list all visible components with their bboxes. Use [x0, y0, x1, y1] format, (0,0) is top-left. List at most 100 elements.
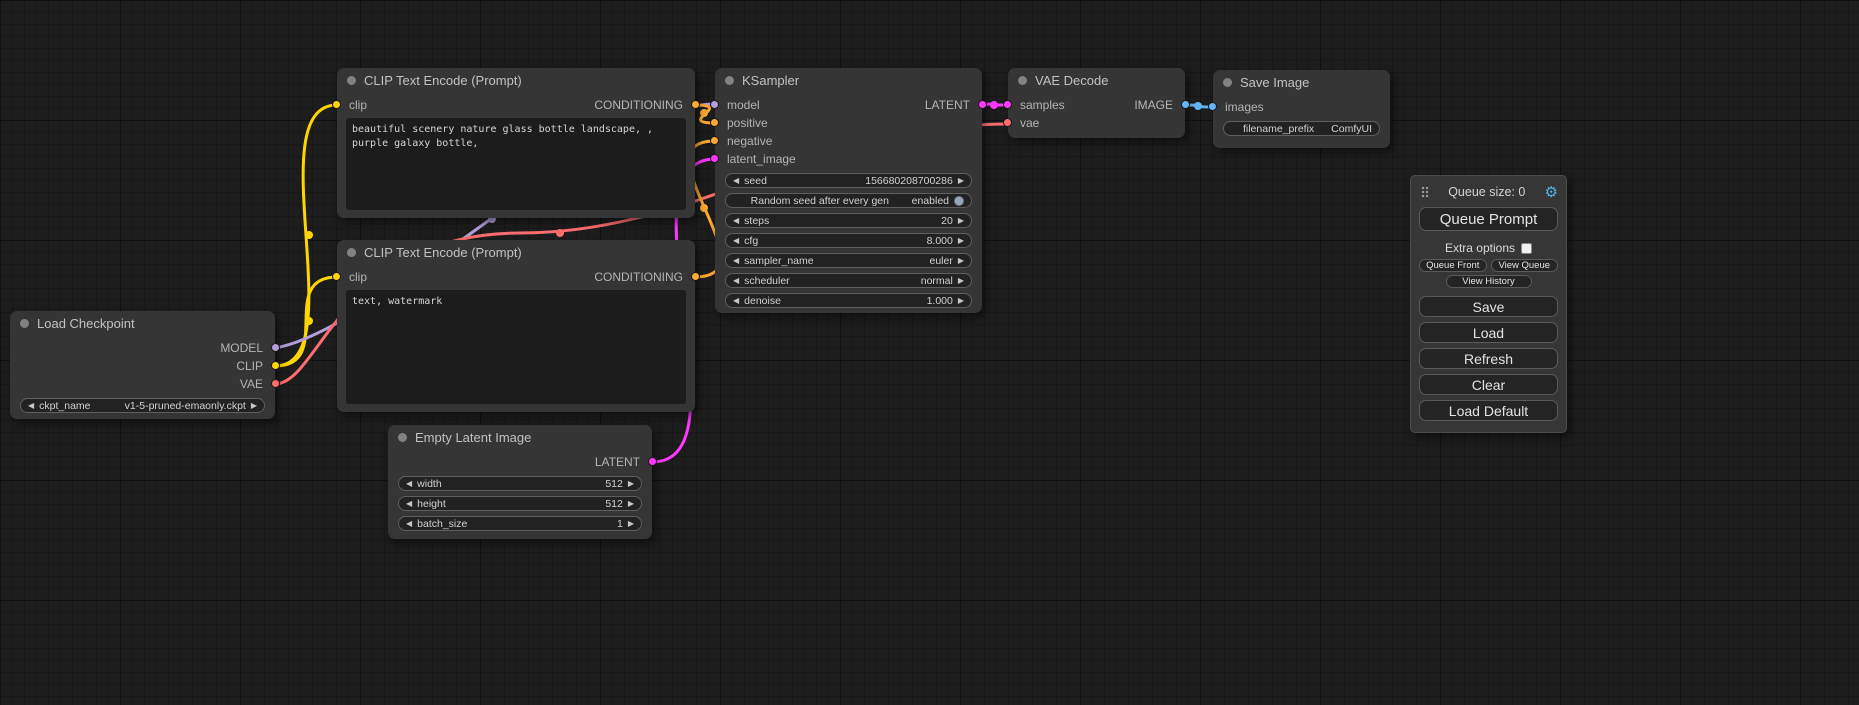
- output-slot-latent[interactable]: [978, 100, 987, 109]
- output-slot-model[interactable]: [271, 343, 280, 352]
- width-widget[interactable]: ◀ width 512 ▶: [398, 476, 642, 491]
- input-label: vae: [1020, 116, 1039, 130]
- steps-widget[interactable]: ◀ steps 20 ▶: [725, 213, 972, 228]
- node-clip-text-encode-negative[interactable]: CLIP Text Encode (Prompt) clip CONDITION…: [337, 240, 695, 412]
- link-midpoint-dot: [700, 109, 708, 117]
- seed-widget[interactable]: ◀ seed 156680208700286 ▶: [725, 173, 972, 188]
- input-slot-clip[interactable]: [332, 272, 341, 281]
- node-load-checkpoint[interactable]: Load Checkpoint MODEL CLIP VAE ◀ ckpt_na…: [10, 311, 275, 419]
- input-slot-latent-image[interactable]: [710, 154, 719, 163]
- increment-arrow-icon[interactable]: ▶: [958, 177, 964, 185]
- increment-arrow-icon[interactable]: ▶: [958, 277, 964, 285]
- batch-size-widget[interactable]: ◀ batch_size 1 ▶: [398, 516, 642, 531]
- output-slot-clip[interactable]: [271, 361, 280, 370]
- output-slot-conditioning[interactable]: [691, 100, 700, 109]
- node-title-bar[interactable]: CLIP Text Encode (Prompt): [337, 68, 695, 92]
- input-slot-negative[interactable]: [710, 136, 719, 145]
- decrement-arrow-icon[interactable]: ◀: [733, 217, 739, 225]
- refresh-button[interactable]: Refresh: [1419, 348, 1558, 369]
- increment-arrow-icon[interactable]: ▶: [958, 237, 964, 245]
- queue-menu-panel: Queue size: 0 ⚙ Queue Prompt Extra optio…: [1410, 175, 1567, 433]
- decrement-arrow-icon[interactable]: ◀: [406, 480, 412, 488]
- decrement-arrow-icon[interactable]: ◀: [406, 500, 412, 508]
- widget-label: height: [417, 498, 446, 510]
- filename-prefix-widget[interactable]: filename_prefix ComfyUI: [1223, 121, 1380, 136]
- widget-label: steps: [744, 215, 769, 227]
- node-title-bar[interactable]: CLIP Text Encode (Prompt): [337, 240, 695, 264]
- increment-arrow-icon[interactable]: ▶: [958, 297, 964, 305]
- decrement-arrow-icon[interactable]: ◀: [406, 520, 412, 528]
- node-title: Load Checkpoint: [37, 316, 135, 331]
- output-slot-image[interactable]: [1181, 100, 1190, 109]
- output-row-latent: LATENT: [388, 453, 652, 471]
- node-collapse-dot[interactable]: [1018, 76, 1027, 85]
- output-slot-latent[interactable]: [648, 457, 657, 466]
- node-title-bar[interactable]: VAE Decode: [1008, 68, 1185, 92]
- widget-label: seed: [744, 175, 767, 187]
- node-collapse-dot[interactable]: [20, 319, 29, 328]
- random-seed-widget[interactable]: Random seed after every gen enabled: [725, 193, 972, 208]
- link-midpoint-dot: [1194, 102, 1202, 110]
- random-seed-toggle[interactable]: [954, 196, 964, 206]
- node-clip-text-encode-positive[interactable]: CLIP Text Encode (Prompt) clip CONDITION…: [337, 68, 695, 218]
- view-history-button[interactable]: View History: [1446, 275, 1532, 288]
- decrement-arrow-icon[interactable]: ◀: [28, 402, 34, 410]
- input-slot-clip[interactable]: [332, 100, 341, 109]
- cfg-widget[interactable]: ◀ cfg 8.000 ▶: [725, 233, 972, 248]
- drag-handle-icon[interactable]: [1421, 186, 1429, 198]
- settings-gear-icon[interactable]: ⚙: [1545, 185, 1558, 200]
- prompt-textarea[interactable]: text, watermark: [346, 290, 686, 404]
- view-queue-button[interactable]: View Queue: [1491, 259, 1559, 272]
- widget-value: ComfyUI: [1331, 123, 1372, 135]
- increment-arrow-icon[interactable]: ▶: [958, 257, 964, 265]
- prompt-textarea[interactable]: beautiful scenery nature glass bottle la…: [346, 118, 686, 210]
- graph-canvas[interactable]: Load Checkpoint MODEL CLIP VAE ◀ ckpt_na…: [0, 0, 1859, 705]
- input-slot-vae[interactable]: [1003, 118, 1012, 127]
- node-collapse-dot[interactable]: [1223, 78, 1232, 87]
- decrement-arrow-icon[interactable]: ◀: [733, 177, 739, 185]
- input-slot-images[interactable]: [1208, 102, 1217, 111]
- ckpt-name-widget[interactable]: ◀ ckpt_name v1-5-pruned-emaonly.ckpt ▶: [20, 398, 265, 413]
- queue-prompt-button[interactable]: Queue Prompt: [1419, 207, 1558, 231]
- node-collapse-dot[interactable]: [347, 248, 356, 257]
- node-title-bar[interactable]: Save Image: [1213, 70, 1390, 94]
- decrement-arrow-icon[interactable]: ◀: [733, 277, 739, 285]
- node-title-bar[interactable]: Empty Latent Image: [388, 425, 652, 449]
- load-default-button[interactable]: Load Default: [1419, 400, 1558, 421]
- decrement-arrow-icon[interactable]: ◀: [733, 237, 739, 245]
- scheduler-widget[interactable]: ◀ scheduler normal ▶: [725, 273, 972, 288]
- input-slot-samples[interactable]: [1003, 100, 1012, 109]
- output-label: MODEL: [220, 341, 263, 355]
- decrement-arrow-icon[interactable]: ◀: [733, 257, 739, 265]
- extra-options-checkbox[interactable]: [1521, 243, 1532, 254]
- node-collapse-dot[interactable]: [725, 76, 734, 85]
- input-label: negative: [727, 134, 772, 148]
- denoise-widget[interactable]: ◀ denoise 1.000 ▶: [725, 293, 972, 308]
- queue-front-button[interactable]: Queue Front: [1419, 259, 1487, 272]
- height-widget[interactable]: ◀ height 512 ▶: [398, 496, 642, 511]
- sampler-name-widget[interactable]: ◀ sampler_name euler ▶: [725, 253, 972, 268]
- node-ksampler[interactable]: KSampler model LATENT positive negative …: [715, 68, 982, 313]
- load-button[interactable]: Load: [1419, 322, 1558, 343]
- increment-arrow-icon[interactable]: ▶: [628, 520, 634, 528]
- node-save-image[interactable]: Save Image images filename_prefix ComfyU…: [1213, 70, 1390, 148]
- decrement-arrow-icon[interactable]: ◀: [733, 297, 739, 305]
- output-slot-vae[interactable]: [271, 379, 280, 388]
- node-title-bar[interactable]: Load Checkpoint: [10, 311, 275, 335]
- input-slot-model[interactable]: [710, 100, 719, 109]
- node-vae-decode[interactable]: VAE Decode samples IMAGE vae: [1008, 68, 1185, 138]
- increment-arrow-icon[interactable]: ▶: [251, 402, 257, 410]
- node-title-bar[interactable]: KSampler: [715, 68, 982, 92]
- node-empty-latent-image[interactable]: Empty Latent Image LATENT ◀ width 512 ▶ …: [388, 425, 652, 539]
- increment-arrow-icon[interactable]: ▶: [958, 217, 964, 225]
- increment-arrow-icon[interactable]: ▶: [628, 480, 634, 488]
- increment-arrow-icon[interactable]: ▶: [628, 500, 634, 508]
- clear-button[interactable]: Clear: [1419, 374, 1558, 395]
- save-button[interactable]: Save: [1419, 296, 1558, 317]
- output-slot-conditioning[interactable]: [691, 272, 700, 281]
- node-collapse-dot[interactable]: [347, 76, 356, 85]
- widget-label: sampler_name: [744, 255, 813, 267]
- input-slot-positive[interactable]: [710, 118, 719, 127]
- node-collapse-dot[interactable]: [398, 433, 407, 442]
- slot-row-samples: samples IMAGE: [1008, 96, 1185, 114]
